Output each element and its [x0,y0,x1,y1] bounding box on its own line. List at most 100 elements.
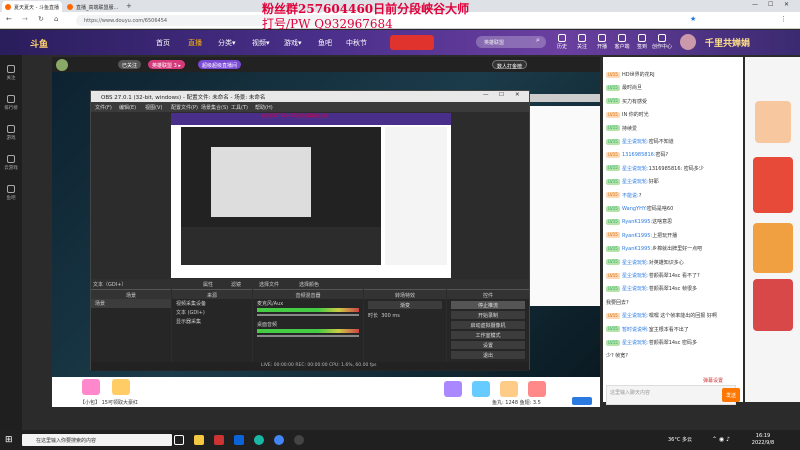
ad-banner[interactable] [753,223,793,273]
transition-select[interactable]: 渐变 [368,301,442,309]
source-item[interactable]: 显示器采集 [172,317,252,326]
chat-username[interactable]: 暂时说说咧: [622,327,649,333]
obs-menu-tools[interactable]: 工具(T) [231,104,248,111]
mixer-volume-slider[interactable] [257,314,359,316]
source-item[interactable]: 视频采集设备 [172,299,252,308]
follow-badge[interactable]: 已关注 [118,60,142,69]
home-icon[interactable]: ⌂ [54,15,58,23]
source-item[interactable]: 文本 (GDI+) [172,308,252,317]
obs-properties-button[interactable]: 属性 [203,281,213,288]
room-tag[interactable]: 超级超级直播间 [198,60,242,69]
chat-username[interactable]: 不能说: [622,193,639,199]
chat-username[interactable]: 星尘说玩轮: [622,260,649,266]
chat-username[interactable]: 星尘说玩轮: [622,139,649,145]
nav-mid-autumn[interactable]: 中秋节 [346,38,367,48]
close-icon[interactable]: ✕ [784,1,789,8]
header-creator[interactable]: 创作中心 [652,34,672,50]
chat-username[interactable]: WangYHY: [622,206,647,212]
ad-banner[interactable] [753,157,793,213]
nav-home[interactable]: 首页 [156,38,170,48]
chat-username[interactable]: 星尘说玩轮: [622,166,649,172]
search-icon[interactable]: ⌕ [536,36,540,45]
obs-close-icon[interactable]: ✕ [515,92,520,98]
reload-icon[interactable]: ↻ [38,15,44,23]
obs-maximize-icon[interactable]: ☐ [499,92,504,98]
browser-tab[interactable]: 直播_高端联盟服... [64,1,124,12]
new-tab-icon[interactable]: + [126,2,132,10]
edge-icon[interactable] [254,435,264,445]
chat-username[interactable]: 1316985816: [622,152,656,158]
weather-widget[interactable]: 36°C 多云 [668,436,692,443]
gift-promo-label[interactable]: 【小包】 15可领取大豪红 [80,399,138,406]
ad-banner[interactable] [755,101,791,143]
nav-live[interactable]: 直播 [188,38,202,48]
nav-category[interactable]: 分类▾ [218,38,236,48]
obs-menu-view[interactable]: 视图(V) [145,104,162,111]
gift-icon[interactable] [500,381,518,397]
chat-username[interactable]: RyanK1995: [622,233,652,239]
avatar[interactable] [680,34,696,50]
sidebar-item-follow[interactable]: 关注 [0,65,22,81]
windows-start-icon[interactable]: ⊞ [5,435,13,445]
obs-menu-edit[interactable]: 编辑(E) [119,104,136,111]
task-view-icon[interactable] [174,435,184,445]
promo-banner[interactable] [390,35,434,50]
sidebar-item-cloud-game[interactable]: 云游戏 [0,155,22,171]
start-virtual-camera-button[interactable]: 启动虚拟摄像机 [451,321,525,329]
obs-menu-profile[interactable]: 配置文件(P) [171,104,198,111]
recharge-button[interactable] [572,397,592,405]
app-icon[interactable] [214,435,224,445]
nav-yuba[interactable]: 鱼吧 [318,38,332,48]
settings-button[interactable]: 设置 [451,341,525,349]
gift-icon[interactable] [82,379,100,395]
site-logo[interactable]: 斗鱼 [30,34,110,51]
sidebar-item-game[interactable]: 游戏 [0,125,22,141]
streamer-avatar[interactable] [56,59,68,71]
start-recording-button[interactable]: 开始录制 [451,311,525,319]
header-checkin[interactable]: 签到 [632,34,652,50]
obs-menu-scene-collection[interactable]: 场景集合(S) [201,104,228,111]
maximize-icon[interactable]: ☐ [768,1,773,8]
gift-icon[interactable] [112,379,130,395]
chat-input[interactable]: 这里输入聊天内容 [606,385,736,405]
studio-mode-button[interactable]: 工作室模式 [451,331,525,339]
store-icon[interactable] [234,435,244,445]
obs-select-file-button[interactable]: 选择文件 [259,281,279,288]
obs-window[interactable]: OBS 27.0.1 (32-bit, windows) - 配置文件: 未命名… [90,90,530,371]
obs-preview[interactable]: 粉丝群257604460日前分段峡谷大师 [171,113,451,278]
gift-icon[interactable] [444,381,462,397]
duration-value[interactable]: 300 ms [381,313,400,319]
obs-select-color-button[interactable]: 选择颜色 [299,281,319,288]
back-icon[interactable]: ← [6,15,12,23]
scene-item[interactable]: 场景 [91,299,171,308]
chat-username[interactable]: 星尘说玩轮: [622,313,649,319]
chat-username[interactable]: 星尘说玩轮: [622,286,649,292]
exit-button[interactable]: 退出 [451,351,525,359]
sidebar-item-rank[interactable]: 排行榜 [0,95,22,111]
ad-banner[interactable] [753,279,793,331]
file-explorer-icon[interactable] [194,435,204,445]
obs-taskbar-icon[interactable] [294,435,304,445]
chat-username[interactable]: 星尘说玩轮: [622,340,649,346]
category-tag[interactable]: 英雄联盟 3 ▸ [148,60,185,69]
send-button[interactable]: 发送 [722,388,740,402]
sidebar-item-yuba[interactable]: 鱼吧 [0,185,22,201]
header-broadcast[interactable]: 开播 [592,34,612,50]
nav-video[interactable]: 视频▾ [252,38,270,48]
danmu-settings-link[interactable]: 弹幕设置 [703,377,723,384]
mixer-volume-slider[interactable] [257,335,359,337]
header-history[interactable]: 历史 [552,34,572,50]
gift-icon[interactable] [472,381,490,397]
header-follow[interactable]: 关注 [572,34,592,50]
gift-icon[interactable] [528,381,546,397]
obs-menu-help[interactable]: 帮助(H) [255,104,273,111]
browser-tab-active[interactable]: 夏天夏天 - 斗鱼直播 [2,1,62,12]
taskbar-clock[interactable]: 16:19 2022/9/8 [748,433,778,447]
header-client[interactable]: 客户端 [612,34,632,50]
tray-icons[interactable]: ⌃ ◉ ♪ [712,436,730,443]
stop-streaming-button[interactable]: 停止推流 [451,301,525,309]
taskbar-search-input[interactable]: 在这里输入你要搜索的内容 [22,434,172,446]
chat-username[interactable]: RyanK1995: [622,246,652,252]
obs-menu-file[interactable]: 文件(F) [95,104,112,111]
chat-username[interactable]: RyanK1995: [622,219,652,225]
